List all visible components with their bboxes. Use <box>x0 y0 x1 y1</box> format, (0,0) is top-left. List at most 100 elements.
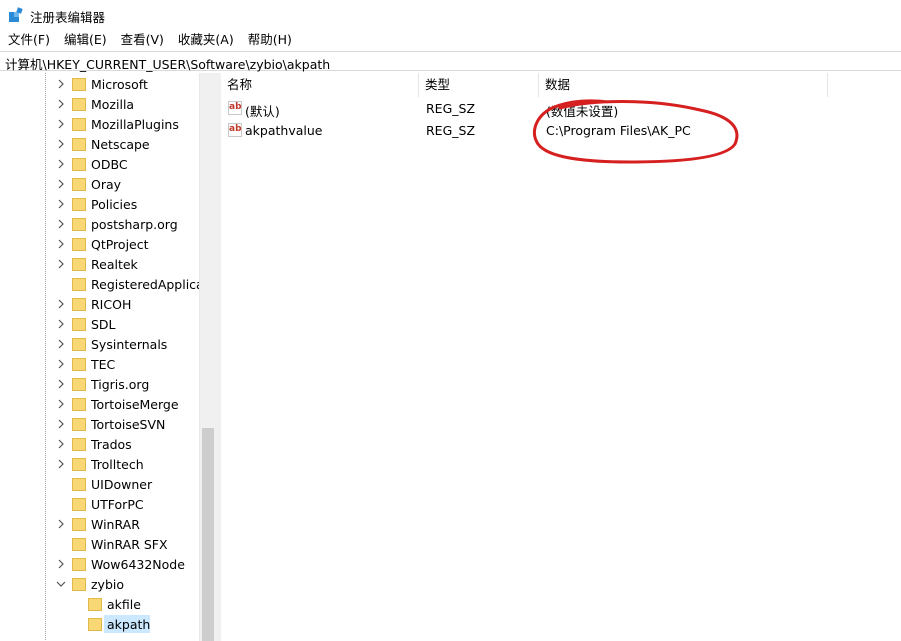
tree-item-label: TEC <box>91 357 116 372</box>
tree-item[interactable]: akpath <box>0 614 200 634</box>
folder-icon <box>72 238 86 251</box>
title-bar: 注册表编辑器 <box>0 0 901 30</box>
menu-view[interactable]: 查看(V) <box>113 30 170 50</box>
tree-item-label: Mozilla <box>91 97 135 112</box>
chevron-right-icon[interactable] <box>56 79 66 89</box>
chevron-right-icon[interactable] <box>56 259 66 269</box>
chevron-right-icon[interactable] <box>56 239 66 249</box>
tree-item-label: RICOH <box>91 297 132 312</box>
address-bar[interactable]: 计算机\HKEY_CURRENT_USER\Software\zybio\akp… <box>0 51 901 73</box>
tree-item-label: Sysinternals <box>91 337 168 352</box>
tree-item[interactable]: postsharp.org <box>0 214 200 234</box>
red-annotation-circle <box>533 99 739 164</box>
folder-icon <box>72 98 86 111</box>
column-header-data[interactable]: 数据 <box>539 73 828 97</box>
chevron-right-icon[interactable] <box>56 519 66 529</box>
tree-item[interactable]: TortoiseSVN <box>0 414 200 434</box>
chevron-right-icon[interactable] <box>56 299 66 309</box>
folder-icon <box>72 538 86 551</box>
menu-help[interactable]: 帮助(H) <box>240 30 298 50</box>
tree-item[interactable]: Trolltech <box>0 454 200 474</box>
tree-item-label: MozillaPlugins <box>91 117 179 132</box>
address-path[interactable]: 计算机\HKEY_CURRENT_USER\Software\zybio\akp… <box>5 54 330 73</box>
folder-icon <box>72 338 86 351</box>
value-type: REG_SZ <box>426 123 476 138</box>
string-value-icon: ab <box>228 101 242 115</box>
chevron-right-icon[interactable] <box>56 419 66 429</box>
chevron-right-icon[interactable] <box>56 559 66 569</box>
tree-item[interactable]: Trados <box>0 434 200 454</box>
chevron-right-icon[interactable] <box>56 439 66 449</box>
tree-item-label: Oray <box>91 177 122 192</box>
tree-item-label: akfile <box>107 597 141 612</box>
folder-icon <box>72 178 86 191</box>
menu-file[interactable]: 文件(F) <box>0 30 56 50</box>
tree-item-label: postsharp.org <box>91 217 178 232</box>
chevron-right-icon[interactable] <box>56 159 66 169</box>
folder-icon <box>72 258 86 271</box>
menu-edit[interactable]: 编辑(E) <box>56 30 113 50</box>
tree-item-label: zybio <box>91 577 125 592</box>
chevron-right-icon[interactable] <box>56 219 66 229</box>
tree-item[interactable]: RegisteredApplicat <box>0 274 209 294</box>
chevron-down-icon[interactable] <box>56 579 66 589</box>
tree-item[interactable]: QtProject <box>0 234 200 254</box>
tree-item[interactable]: Microsoft <box>0 74 200 94</box>
key-tree[interactable]: Microsoft Mozilla MozillaPlugins Netscape OD… <box>0 73 216 641</box>
folder-icon <box>72 358 86 371</box>
tree-item[interactable]: Realtek <box>0 254 200 274</box>
chevron-right-icon[interactable] <box>56 399 66 409</box>
tree-item[interactable]: Tigris.org <box>0 374 200 394</box>
tree-item-label: Realtek <box>91 257 138 272</box>
tree-item[interactable]: zybio <box>0 574 200 594</box>
tree-scrollbar-thumb[interactable] <box>202 428 214 641</box>
folder-icon <box>72 518 86 531</box>
chevron-right-icon[interactable] <box>56 339 66 349</box>
tree-item-label: Microsoft <box>91 77 148 92</box>
chevron-right-icon[interactable] <box>56 319 66 329</box>
tree-item[interactable]: TortoiseMerge <box>0 394 200 414</box>
chevron-right-icon[interactable] <box>56 459 66 469</box>
tree-item-label: TortoiseMerge <box>91 397 179 412</box>
folder-icon <box>72 158 86 171</box>
registry-editor-icon <box>9 7 23 22</box>
chevron-right-icon[interactable] <box>56 199 66 209</box>
tree-item[interactable]: RICOH <box>0 294 200 314</box>
menu-favorites[interactable]: 收藏夹(A) <box>170 30 240 50</box>
value-name: (默认) <box>245 104 280 119</box>
tree-scrollbar[interactable] <box>199 73 217 641</box>
tree-item[interactable]: WinRAR <box>0 514 200 534</box>
folder-icon <box>72 458 86 471</box>
tree-item[interactable]: WinRAR SFX <box>0 534 200 554</box>
tree-item[interactable]: UTForPC <box>0 494 200 514</box>
tree-item[interactable]: ODBC <box>0 154 200 174</box>
tree-item[interactable]: Sysinternals <box>0 334 200 354</box>
column-header-name[interactable]: 名称 <box>221 73 419 97</box>
column-header-type[interactable]: 类型 <box>419 73 539 97</box>
tree-item[interactable]: Policies <box>0 194 200 214</box>
tree-item[interactable]: Wow6432Node <box>0 554 200 574</box>
folder-icon <box>72 78 86 91</box>
folder-icon <box>72 138 86 151</box>
value-name: akpathvalue <box>245 123 323 138</box>
tree-item-label: Policies <box>91 197 138 212</box>
folder-icon <box>72 398 86 411</box>
tree-item[interactable]: Oray <box>0 174 200 194</box>
chevron-right-icon[interactable] <box>56 379 66 389</box>
tree-item[interactable]: Netscape <box>0 134 200 154</box>
tree-item[interactable]: akfile <box>0 594 200 614</box>
chevron-right-icon[interactable] <box>56 139 66 149</box>
chevron-right-icon[interactable] <box>56 99 66 109</box>
tree-item-label: RegisteredApplicat <box>91 277 209 292</box>
tree-item[interactable]: UIDowner <box>0 474 200 494</box>
chevron-right-icon[interactable] <box>56 359 66 369</box>
tree-item[interactable]: TEC <box>0 354 200 374</box>
tree-item-label: SDL <box>91 317 116 332</box>
chevron-right-icon[interactable] <box>56 179 66 189</box>
folder-icon <box>72 118 86 131</box>
chevron-right-icon[interactable] <box>56 119 66 129</box>
tree-item[interactable]: Mozilla <box>0 94 200 114</box>
tree-item-label: UIDowner <box>91 477 153 492</box>
tree-item[interactable]: SDL <box>0 314 200 334</box>
tree-item[interactable]: MozillaPlugins <box>0 114 200 134</box>
